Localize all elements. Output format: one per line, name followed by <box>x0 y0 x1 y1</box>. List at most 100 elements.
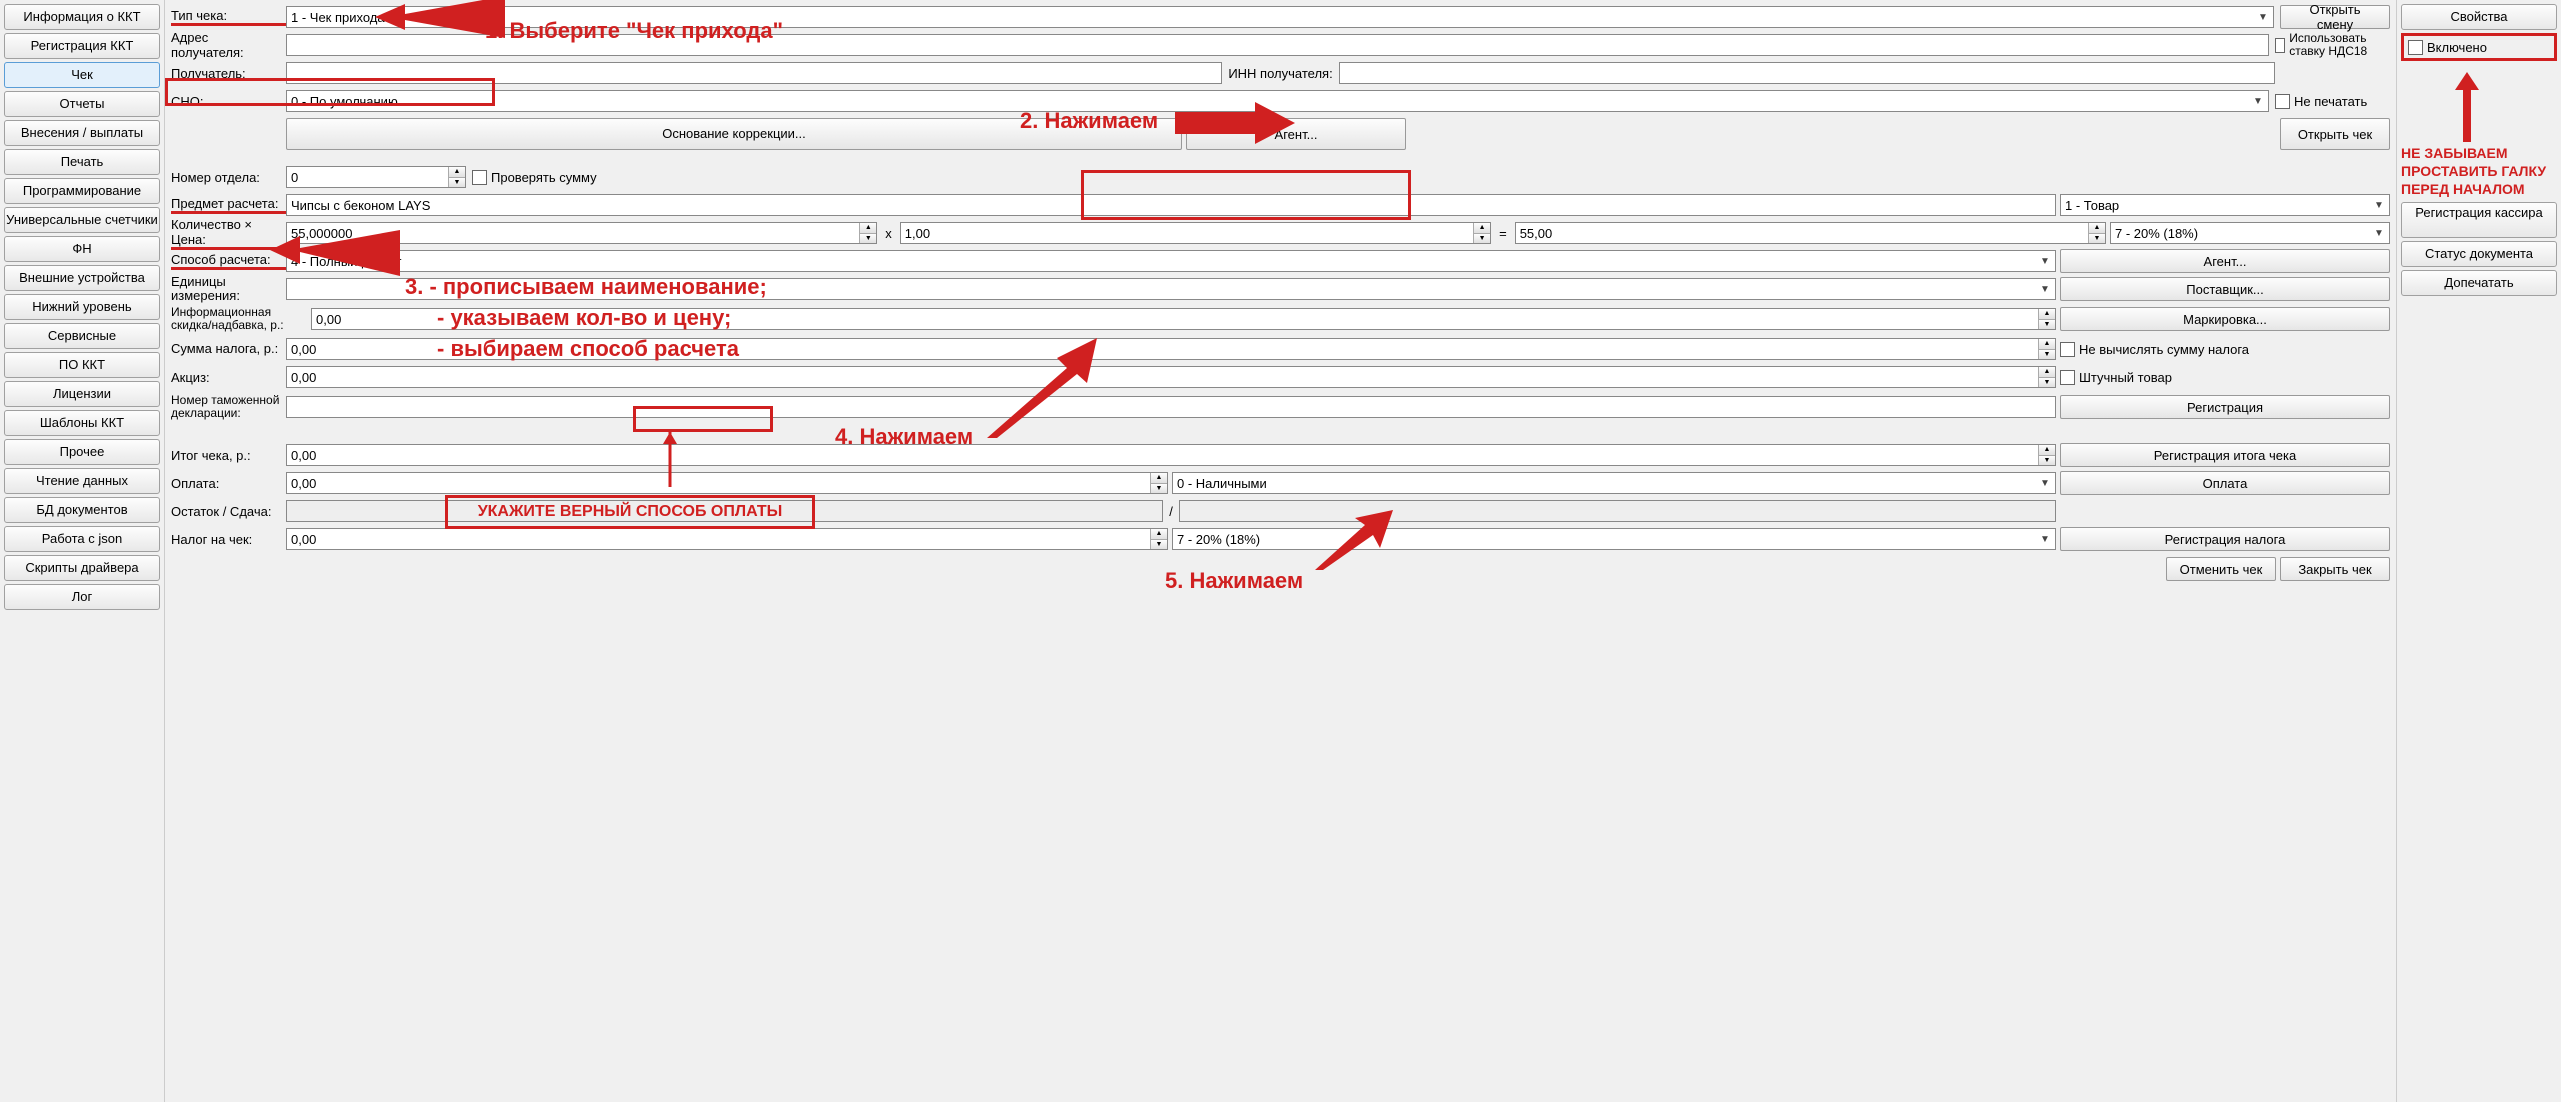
nav-low-level[interactable]: Нижний уровень <box>4 294 160 320</box>
sum-naloga-spin[interactable]: 0,00 ▲▼ <box>286 338 2056 360</box>
dopechat-button[interactable]: Допечатать <box>2401 270 2557 296</box>
reg-nalog-button[interactable]: Регистрация налога <box>2060 527 2390 551</box>
akciz-value: 0,00 <box>291 370 316 385</box>
nav-info-kkt[interactable]: Информация о ККТ <box>4 4 160 30</box>
nav-templates[interactable]: Шаблоны ККТ <box>4 410 160 436</box>
qty-value: 55,000000 <box>291 226 352 241</box>
nav-json[interactable]: Работа с json <box>4 526 160 552</box>
sno-value: 0 - По умолчанию <box>291 94 398 109</box>
nav-scripts[interactable]: Скрипты драйвера <box>4 555 160 581</box>
osn-korr-button[interactable]: Основание коррекции... <box>286 118 1182 150</box>
chevron-down-icon: ▼ <box>2037 256 2053 267</box>
nav-ext-dev[interactable]: Внешние устройства <box>4 265 160 291</box>
agent-header-button[interactable]: Агент... <box>1186 118 1406 150</box>
tamozh-input[interactable] <box>286 396 2056 418</box>
sum-naloga-value: 0,00 <box>291 342 316 357</box>
adres-input[interactable] <box>286 34 2269 56</box>
reg-itog-button[interactable]: Регистрация итога чека <box>2060 443 2390 467</box>
ostatok-input <box>286 500 1163 522</box>
oplata-label: Оплата: <box>171 476 286 491</box>
ne-pechatat-checkbox[interactable] <box>2275 94 2290 109</box>
nav-programm[interactable]: Программирование <box>4 178 160 204</box>
tip-cheka-combo[interactable]: 1 - Чек прихода ▼ <box>286 6 2274 28</box>
oplata-button[interactable]: Оплата <box>2060 471 2390 495</box>
nalog-chek-spin[interactable]: 0,00 ▲▼ <box>286 528 1168 550</box>
price-spin[interactable]: 1,00 ▲▼ <box>900 222 1491 244</box>
status-doc-button[interactable]: Статус документа <box>2401 241 2557 267</box>
price-value: 1,00 <box>905 226 930 241</box>
nav-counters[interactable]: Универсальные счетчики <box>4 207 160 233</box>
x-label: x <box>877 226 900 241</box>
adres-label: Адрес получателя: <box>171 30 286 60</box>
chevron-down-icon: ▼ <box>2037 284 2053 295</box>
akciz-label: Акциз: <box>171 370 286 385</box>
predmet-label: Предмет расчета: <box>171 196 286 214</box>
cancel-check-button[interactable]: Отменить чек <box>2166 557 2276 581</box>
close-check-button[interactable]: Закрыть чек <box>2280 557 2390 581</box>
oplata-type-combo[interactable]: 0 - Наличными ▼ <box>1172 472 2056 494</box>
prov-sum-checkbox[interactable] <box>472 170 487 185</box>
postavshik-button[interactable]: Поставщик... <box>2060 277 2390 301</box>
nomer-otdela-spin[interactable]: 0 ▲▼ <box>286 166 466 188</box>
poluch-input[interactable] <box>286 62 1222 84</box>
sdacha-input <box>1179 500 2056 522</box>
sposob-label: Способ расчета: <box>171 252 286 270</box>
nav-other[interactable]: Прочее <box>4 439 160 465</box>
itog-spin[interactable]: 0,00 ▲▼ <box>286 444 2056 466</box>
nalog-type-value: 7 - 20% (18%) <box>1177 532 1260 547</box>
ne-pechatat-label: Не печатать <box>2294 94 2367 109</box>
nav-chek[interactable]: Чек <box>4 62 160 88</box>
sno-combo[interactable]: 0 - По умолчанию ▼ <box>286 90 2269 112</box>
ostatok-label: Остаток / Сдача: <box>171 504 286 519</box>
anno-right-note: НЕ ЗАБЫВАЕМ ПРОСТАВИТЬ ГАЛКУ ПЕРЕД НАЧАЛ… <box>2401 144 2557 199</box>
nav-db-docs[interactable]: БД документов <box>4 497 160 523</box>
nav-service[interactable]: Сервисные <box>4 323 160 349</box>
nds18-checkbox[interactable] <box>2275 38 2285 53</box>
sum-spin[interactable]: 55,00 ▲▼ <box>1515 222 2106 244</box>
tamozh-label: Номер таможенной декларации: <box>171 394 286 420</box>
slash-label: / <box>1163 504 1179 519</box>
inn-input[interactable] <box>1339 62 2275 84</box>
props-button[interactable]: Свойства <box>2401 4 2557 30</box>
nav-reg-kkt[interactable]: Регистрация ККТ <box>4 33 160 59</box>
itog-value: 0,00 <box>291 448 316 463</box>
vat-value: 7 - 20% (18%) <box>2115 226 2198 241</box>
ed-izm-combo[interactable]: ▼ <box>286 278 2056 300</box>
vat-combo[interactable]: 7 - 20% (18%) ▼ <box>2110 222 2390 244</box>
registracia-button[interactable]: Регистрация <box>2060 395 2390 419</box>
nav-po-kkt[interactable]: ПО ККТ <box>4 352 160 378</box>
nav-licenses[interactable]: Лицензии <box>4 381 160 407</box>
ne-vych-checkbox[interactable] <box>2060 342 2075 357</box>
nalog-chek-value: 0,00 <box>291 532 316 547</box>
chevron-down-icon: ▼ <box>2037 534 2053 545</box>
nav-fn[interactable]: ФН <box>4 236 160 262</box>
enabled-checkbox[interactable] <box>2408 40 2423 55</box>
skidka-value: 0,00 <box>316 312 341 327</box>
predmet-input[interactable] <box>286 194 2056 216</box>
predmet-type-combo[interactable]: 1 - Товар ▼ <box>2060 194 2390 216</box>
skidka-spin[interactable]: 0,00 ▲▼ <box>311 308 2056 330</box>
akciz-spin[interactable]: 0,00 ▲▼ <box>286 366 2056 388</box>
nav-read-data[interactable]: Чтение данных <box>4 468 160 494</box>
nalog-type-combo[interactable]: 7 - 20% (18%) ▼ <box>1172 528 2056 550</box>
nav-log[interactable]: Лог <box>4 584 160 610</box>
chevron-down-icon: ▼ <box>2037 478 2053 489</box>
markirovka-button[interactable]: Маркировка... <box>2060 307 2390 331</box>
nav-otchety[interactable]: Отчеты <box>4 91 160 117</box>
nav-pechat[interactable]: Печать <box>4 149 160 175</box>
open-check-button[interactable]: Открыть чек <box>2280 118 2390 150</box>
qty-spin[interactable]: 55,000000 ▲▼ <box>286 222 877 244</box>
nav-vneseniya[interactable]: Внесения / выплаты <box>4 120 160 146</box>
chevron-down-icon: ▼ <box>2250 96 2266 107</box>
shtuch-checkbox[interactable] <box>2060 370 2075 385</box>
predmet-type-value: 1 - Товар <box>2065 198 2119 213</box>
chevron-down-icon: ▼ <box>2371 228 2387 239</box>
oplata-spin[interactable]: 0,00 ▲▼ <box>286 472 1168 494</box>
sposob-combo[interactable]: 4 - Полный расчет ▼ <box>286 250 2056 272</box>
reg-kassira-button[interactable]: Регистрация кассира <box>2401 202 2557 238</box>
chevron-down-icon: ▼ <box>2371 200 2387 211</box>
sum-naloga-label: Сумма налога, р.: <box>171 342 286 356</box>
agent-item-button[interactable]: Агент... <box>2060 249 2390 273</box>
oplata-type-value: 0 - Наличными <box>1177 476 1267 491</box>
open-shift-button[interactable]: Открыть смену <box>2280 5 2390 29</box>
